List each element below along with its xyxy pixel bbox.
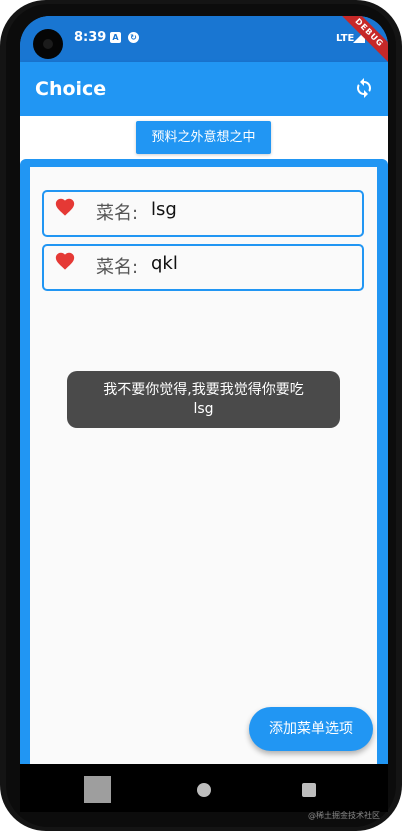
notification-a-icon: A (110, 32, 121, 43)
dish-label: 菜名: (96, 203, 139, 224)
network-type: LTE (336, 33, 355, 44)
dish-name: qkl (151, 253, 178, 274)
add-dish-button[interactable]: 添加菜单选项 (249, 707, 373, 751)
dish-list-frame: 菜名: lsg 菜名: qkl 我不要你觉得,我要我觉得你要吃 lsg (20, 159, 388, 764)
status-bar: 8:39 A ↻ LTE DEBUG (20, 16, 388, 70)
camera-cutout (33, 29, 63, 59)
dish-label: 菜名: (96, 257, 139, 278)
dish-item[interactable]: 菜名: qkl (42, 244, 364, 291)
refresh-icon[interactable] (352, 76, 376, 100)
home-nav-icon[interactable] (197, 783, 211, 797)
heart-icon (55, 198, 75, 216)
app-title: Choice (35, 78, 107, 100)
notification-sync-icon: ↻ (128, 32, 139, 43)
watermark: @稀土掘金技术社区 (308, 811, 380, 820)
heart-icon (55, 252, 75, 270)
app-body: 预料之外意想之中 菜名: lsg 菜名: qkl 我不要你觉得,我要我觉得你要吃… (20, 116, 388, 764)
app-screen: 8:39 A ↻ LTE DEBUG Choice 预料之外意想之中 菜名: l… (20, 16, 388, 764)
toast-line-2: lsg (193, 401, 214, 417)
dish-item[interactable]: 菜名: lsg (42, 190, 364, 237)
back-nav-icon[interactable] (84, 776, 111, 803)
app-bar: Choice (20, 62, 388, 116)
android-nav-bar (20, 764, 388, 812)
dish-list[interactable]: 菜名: lsg 菜名: qkl 我不要你觉得,我要我觉得你要吃 lsg (30, 167, 377, 764)
random-pick-button[interactable]: 预料之外意想之中 (136, 121, 271, 154)
recents-nav-icon[interactable] (302, 783, 316, 797)
toast-line-1: 我不要你觉得,我要我觉得你要吃 (103, 382, 304, 398)
phone-frame: 8:39 A ↻ LTE DEBUG Choice 预料之外意想之中 菜名: l… (0, 0, 402, 831)
toast-message: 我不要你觉得,我要我觉得你要吃 lsg (67, 371, 340, 428)
dish-name: lsg (151, 199, 177, 220)
status-time: 8:39 (74, 30, 107, 45)
